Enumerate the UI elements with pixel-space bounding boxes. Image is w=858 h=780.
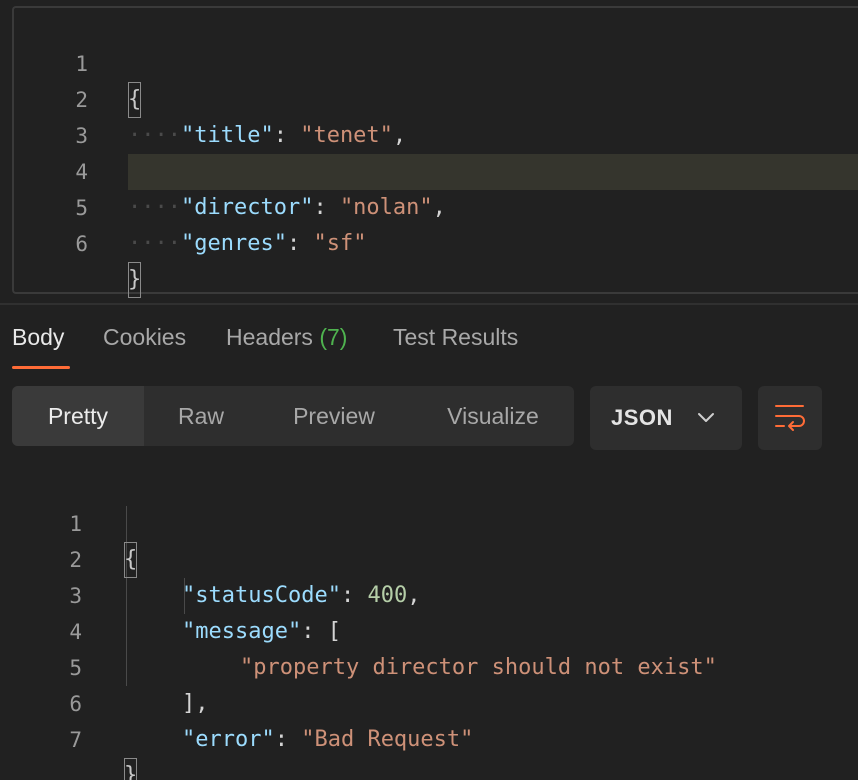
active-code-line: 5 ····"genres": "sf" [75, 154, 858, 256]
code-line: 6 } [14, 190, 858, 298]
view-preview-button[interactable]: Preview [274, 386, 394, 446]
view-visualize-button[interactable]: Visualize [430, 386, 556, 446]
code-line: 1 { [14, 10, 858, 118]
wrap-lines-icon [775, 405, 805, 431]
wrap-lines-button[interactable] [758, 386, 822, 450]
chevron-down-icon [698, 413, 714, 422]
tab-headers[interactable]: Headers (7) [226, 322, 347, 352]
close-brace: } [128, 262, 142, 298]
code-line: 3 ····"year": 2020, [14, 82, 858, 184]
code-line: 2 "statusCode": 400, [0, 506, 858, 608]
json-key: "genres" [180, 231, 287, 256]
tab-headers-label: Headers [226, 324, 313, 350]
view-raw-button[interactable]: Raw [156, 386, 246, 446]
code-line: 1 { [0, 470, 858, 578]
line-number: 7 [69, 728, 82, 752]
code-line: 7 } [0, 686, 858, 780]
json-value: "Bad Request" [301, 727, 474, 752]
json-value: "sf" [313, 231, 367, 256]
code-line: 4 "property director should not exist" [0, 578, 858, 680]
code-line: 5 ], [0, 614, 858, 716]
headers-count-badge: (7) [319, 324, 348, 350]
code-line: 6 "error": "Bad Request" [0, 650, 858, 752]
pane-divider[interactable] [0, 303, 858, 305]
format-select[interactable]: JSON [590, 386, 742, 450]
view-pretty-button[interactable]: Pretty [12, 386, 144, 446]
tab-body[interactable]: Body [12, 322, 64, 352]
code-line: 2 ····"title": "tenet", [14, 46, 858, 148]
close-brace: } [124, 758, 138, 780]
line-number: 6 [75, 232, 88, 256]
active-tab-indicator [12, 366, 70, 369]
code-line: 3 "message": [ [0, 542, 858, 644]
tab-test-results[interactable]: Test Results [393, 322, 518, 352]
code-line: 4 ····"director": "nolan", [14, 118, 858, 220]
request-body-editor[interactable]: 1 { 2 ····"title": "tenet", 3 ····"year"… [12, 6, 858, 298]
tab-cookies[interactable]: Cookies [103, 322, 186, 352]
view-mode-group: Pretty Raw Preview Visualize [12, 386, 574, 446]
format-select-value: JSON [611, 405, 673, 430]
response-body-viewer[interactable]: 1 { 2 "statusCode": 400, 3 "message": [ … [0, 470, 858, 780]
line-number: 4 [75, 160, 88, 184]
json-key: "error" [182, 727, 275, 752]
